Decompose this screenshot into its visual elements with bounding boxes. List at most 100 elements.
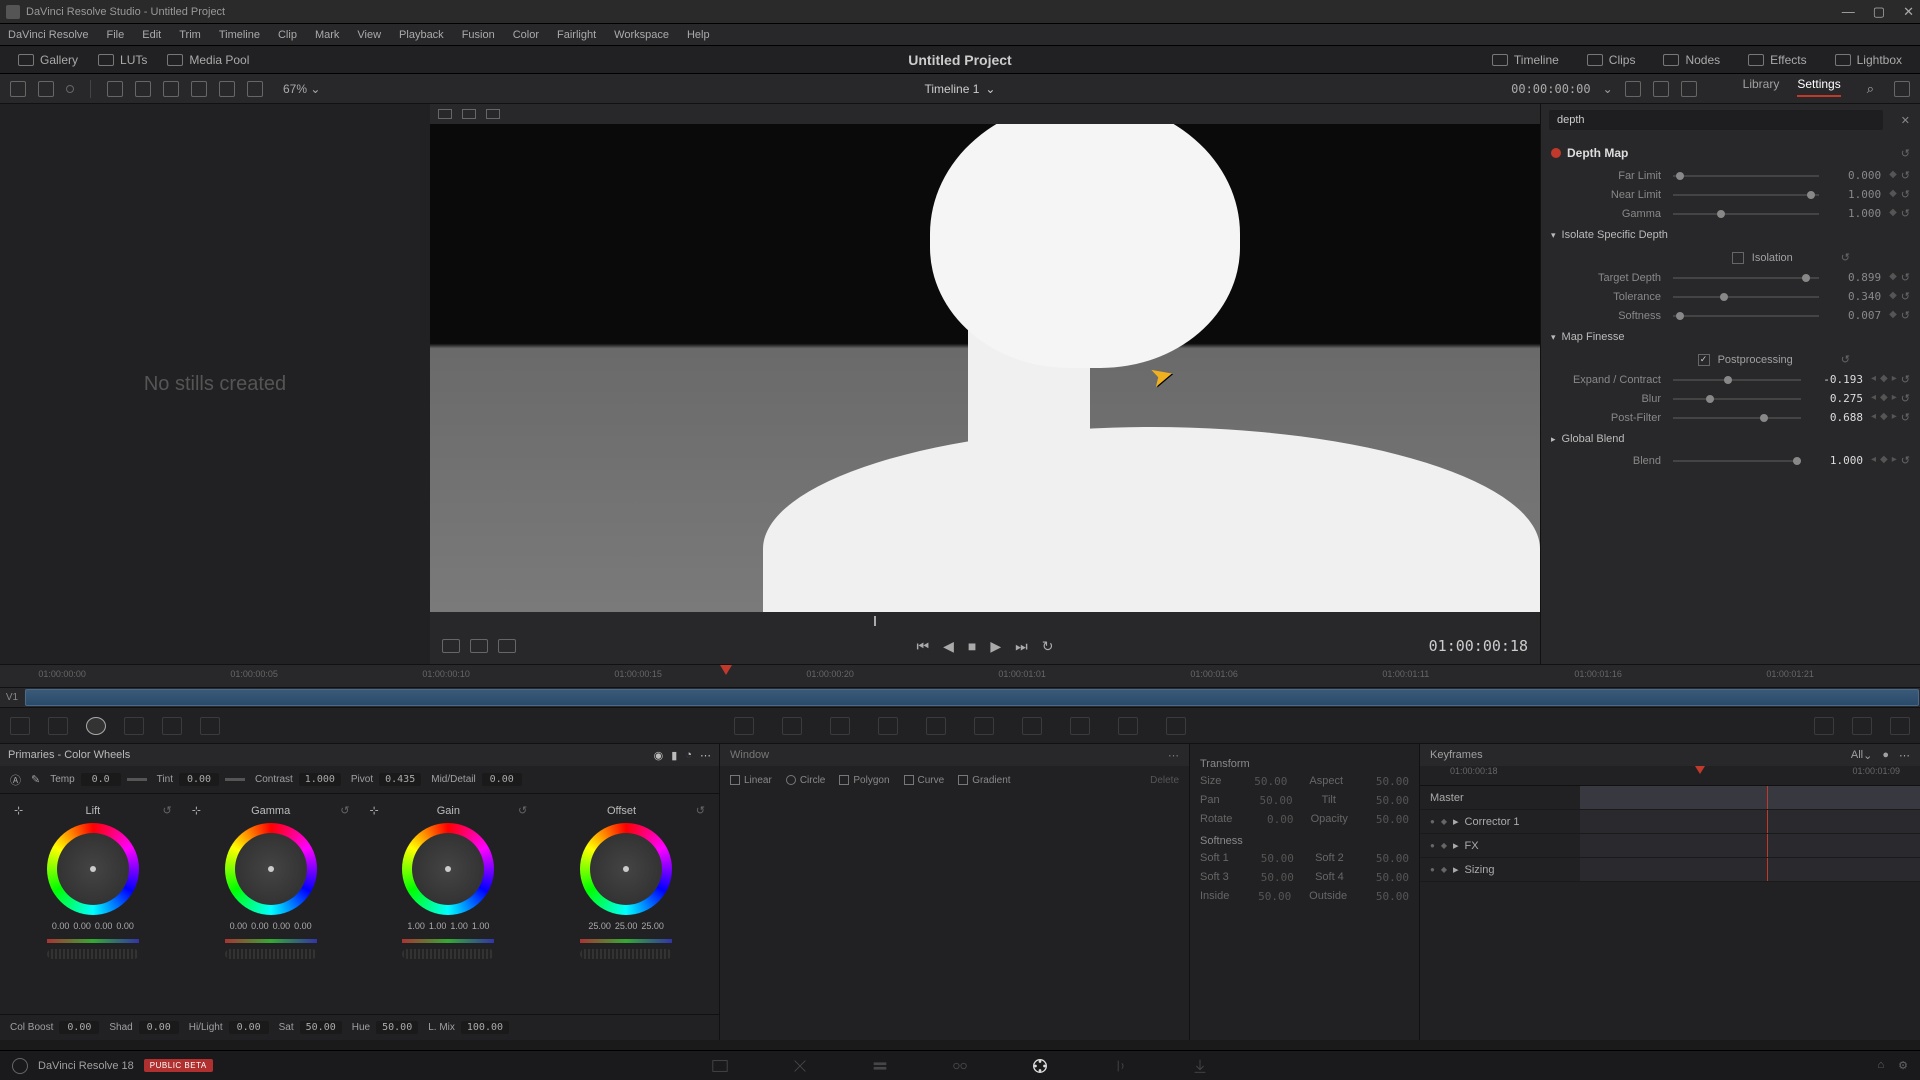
inside-value[interactable]: 50.00 — [1247, 890, 1291, 903]
kf-row-fx[interactable]: ●◆▸FX — [1420, 839, 1580, 852]
record-icon[interactable] — [66, 85, 74, 93]
near-limit-slider[interactable] — [1673, 194, 1819, 196]
viewer-wand-icon[interactable] — [486, 109, 500, 119]
reset-icon[interactable]: ↺ — [1901, 454, 1910, 467]
kf-row-corrector[interactable]: ●◆▸Corrector 1 — [1420, 815, 1580, 828]
soft2-value[interactable]: 50.00 — [1365, 852, 1409, 865]
rotate-value[interactable]: 0.00 — [1250, 813, 1294, 826]
middetail-value[interactable]: 0.00 — [482, 773, 522, 786]
info-icon[interactable] — [1890, 717, 1910, 735]
delete-shape-button[interactable]: Delete — [1150, 775, 1179, 786]
keyframe-icon[interactable]: ◆ — [1889, 207, 1897, 220]
menu-help[interactable]: Help — [687, 29, 710, 41]
postfilter-value[interactable]: 0.688 — [1813, 411, 1863, 424]
colboost-value[interactable]: 0.00 — [59, 1021, 99, 1034]
keyframe-icon[interactable]: ◆ — [1889, 169, 1897, 182]
keyframe-icon[interactable]: ◆ — [1889, 309, 1897, 322]
hue-value[interactable]: 50.00 — [376, 1021, 418, 1034]
color-wheels-icon[interactable] — [86, 717, 106, 735]
picker-icon[interactable]: ⊹ — [370, 804, 379, 817]
tracker-icon[interactable] — [926, 717, 946, 735]
size-value[interactable]: 50.00 — [1243, 775, 1287, 788]
tab-settings[interactable]: Settings — [1797, 77, 1840, 97]
expand-slider[interactable] — [1673, 379, 1801, 381]
menu-davinci[interactable]: DaVinci Resolve — [8, 29, 89, 41]
nodes-toggle[interactable]: Nodes — [1657, 51, 1726, 69]
keyframe-icon[interactable]: ◆ — [1889, 271, 1897, 284]
zoom-dropdown[interactable]: 67% ⌄ — [283, 82, 320, 96]
timeline-name[interactable]: Timeline 1 — [925, 82, 980, 96]
viewer-canvas[interactable]: ➤ — [430, 124, 1540, 612]
lmix-value[interactable]: 100.00 — [461, 1021, 509, 1034]
gamma-value[interactable]: 1.000 — [1831, 207, 1881, 220]
clear-search-icon[interactable]: ✕ — [1891, 114, 1920, 127]
menu-fusion[interactable]: Fusion — [462, 29, 495, 41]
reset-effect-icon[interactable]: ↺ — [1901, 147, 1910, 160]
scopes-icon[interactable] — [1852, 717, 1872, 735]
auto-balance-icon[interactable]: Ⓐ — [10, 772, 21, 788]
keyframes-filter[interactable]: All — [1851, 749, 1863, 761]
picker-icon[interactable]: ⊹ — [14, 804, 23, 817]
prev-keyframe-icon[interactable]: ◂ — [1871, 373, 1876, 386]
tab-library[interactable]: Library — [1743, 77, 1780, 97]
timeline-ruler[interactable]: 01:00:00:00 01:00:00:05 01:00:00:10 01:0… — [0, 664, 1920, 688]
reset-icon[interactable]: ↺ — [1901, 169, 1910, 182]
prev-keyframe-icon[interactable]: ◂ — [1871, 454, 1876, 467]
reset-offset-icon[interactable]: ↺ — [696, 804, 705, 817]
page-color[interactable] — [1030, 1057, 1050, 1075]
reset-icon[interactable]: ↺ — [1901, 392, 1910, 405]
reset-lift-icon[interactable]: ↺ — [163, 804, 172, 817]
temp-value[interactable]: 0.0 — [81, 773, 121, 786]
reset-gain-icon[interactable]: ↺ — [518, 804, 527, 817]
tint-value[interactable]: 0.00 — [179, 773, 219, 786]
far-limit-slider[interactable] — [1673, 175, 1819, 177]
chevron-down-icon[interactable]: ⌄ — [1603, 82, 1613, 96]
outside-value[interactable]: 50.00 — [1365, 890, 1409, 903]
next-keyframe-icon[interactable]: ▸ — [1892, 373, 1897, 386]
keyframe-icon[interactable]: ◆ — [1880, 454, 1888, 467]
options-icon[interactable]: ⋯ — [1168, 749, 1179, 762]
kf-row-sizing[interactable]: ●◆▸Sizing — [1420, 863, 1580, 876]
reset-icon[interactable]: ↺ — [1901, 188, 1910, 201]
polygon-shape-button[interactable]: Polygon — [839, 775, 889, 786]
gallery-toggle[interactable]: Gallery — [12, 51, 84, 69]
minimize-button[interactable]: — — [1842, 4, 1855, 20]
expand-icon[interactable] — [219, 81, 235, 97]
keyframe-icon[interactable]: ◆ — [1889, 290, 1897, 303]
menu-edit[interactable]: Edit — [142, 29, 161, 41]
stop-button[interactable]: ■ — [968, 638, 976, 655]
menu-view[interactable]: View — [357, 29, 381, 41]
sat-value[interactable]: 50.00 — [300, 1021, 342, 1034]
blur-value[interactable]: 0.275 — [1813, 392, 1863, 405]
blur-slider[interactable] — [1673, 398, 1801, 400]
global-blend-header[interactable]: ▸Global Blend — [1551, 427, 1910, 451]
shad-value[interactable]: 0.00 — [139, 1021, 179, 1034]
viewer-mode-icon[interactable] — [438, 109, 452, 119]
viewer-options-icon[interactable] — [1681, 81, 1697, 97]
tolerance-slider[interactable] — [1673, 296, 1819, 298]
jump-end-button[interactable]: ⏭ — [1015, 638, 1028, 655]
fullscreen-icon[interactable] — [1653, 81, 1669, 97]
blend-slider[interactable] — [1673, 460, 1801, 462]
near-limit-value[interactable]: 1.000 — [1831, 188, 1881, 201]
qualifier-icon[interactable] — [830, 717, 850, 735]
viewer-split-icon[interactable] — [462, 109, 476, 119]
menu-color[interactable]: Color — [513, 29, 539, 41]
soft3-value[interactable]: 50.00 — [1250, 871, 1294, 884]
reset-icon[interactable]: ↺ — [1901, 309, 1910, 322]
page-deliver[interactable] — [1190, 1057, 1210, 1075]
prev-keyframe-icon[interactable]: ◂ — [1871, 411, 1876, 424]
lift-wheel[interactable] — [47, 823, 139, 915]
chevron-down-icon[interactable]: ⌄ — [1863, 749, 1872, 762]
menu-file[interactable]: File — [107, 29, 125, 41]
sizing-icon[interactable] — [1118, 717, 1138, 735]
menu-mark[interactable]: Mark — [315, 29, 339, 41]
key-icon[interactable] — [1070, 717, 1090, 735]
offset-master-wheel[interactable] — [580, 949, 672, 959]
search-gallery-icon[interactable] — [191, 81, 207, 97]
hdr-wheels-icon[interactable] — [124, 717, 144, 735]
bars-mode-icon[interactable]: ▮ — [671, 749, 677, 762]
contrast-value[interactable]: 1.000 — [299, 773, 341, 786]
blur-icon[interactable] — [1022, 717, 1042, 735]
page-fairlight[interactable] — [1110, 1057, 1130, 1075]
